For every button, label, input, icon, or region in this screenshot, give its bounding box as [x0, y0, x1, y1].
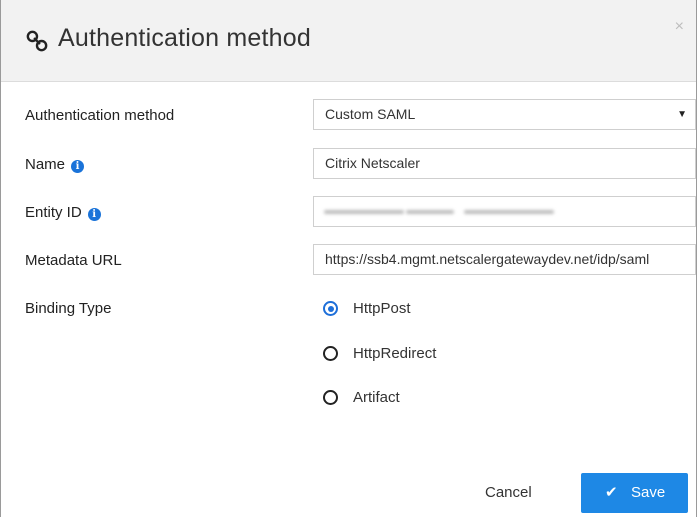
- info-icon[interactable]: i: [71, 160, 85, 173]
- dialog-title: Authentication method: [58, 24, 311, 52]
- name-label: Name: [25, 156, 66, 173]
- metadata-url-label: Metadata URL: [25, 252, 122, 269]
- redacted-text: [406, 210, 454, 214]
- metadata-url-value: https://ssb4.mgmt.netscalergatewaydev.ne…: [325, 251, 650, 267]
- info-icon[interactable]: i: [87, 208, 101, 221]
- cancel-button[interactable]: Cancel: [485, 484, 532, 501]
- radio-label: Artifact: [353, 389, 400, 406]
- entity-id-field[interactable]: [313, 196, 696, 227]
- name-field[interactable]: Citrix Netscaler: [313, 148, 696, 179]
- redacted-text: [464, 210, 554, 214]
- radio-unselected-icon[interactable]: [323, 346, 338, 361]
- name-label-row: Name i: [25, 156, 85, 173]
- name-value: Citrix Netscaler: [325, 155, 420, 171]
- check-icon: ✔: [605, 484, 618, 501]
- link-icon: [26, 30, 48, 52]
- radio-label: HttpPost: [353, 300, 411, 317]
- metadata-url-field[interactable]: https://ssb4.mgmt.netscalergatewaydev.ne…: [313, 244, 696, 275]
- auth-method-select[interactable]: Custom SAML ▼: [313, 99, 696, 130]
- dialog-header: Authentication method ×: [1, 0, 696, 82]
- chevron-down-icon: ▼: [677, 109, 687, 120]
- close-icon[interactable]: ×: [675, 18, 684, 36]
- auth-method-value: Custom SAML: [325, 106, 416, 122]
- entity-id-label: Entity ID: [25, 204, 82, 221]
- radio-unselected-icon[interactable]: [323, 390, 338, 405]
- authentication-method-dialog: Authentication method × Authentication m…: [0, 0, 697, 517]
- binding-type-label: Binding Type: [25, 300, 112, 317]
- radio-label: HttpRedirect: [353, 345, 437, 362]
- save-button-label: Save: [631, 484, 666, 501]
- auth-method-label: Authentication method: [25, 107, 175, 124]
- redacted-text: [324, 210, 404, 214]
- entity-id-label-row: Entity ID i: [25, 204, 101, 221]
- radio-selected-icon[interactable]: [323, 301, 338, 316]
- save-button[interactable]: ✔ Save: [581, 473, 688, 513]
